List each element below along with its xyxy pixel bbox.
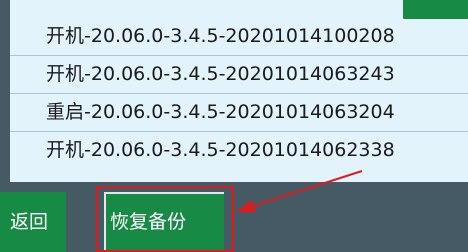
backup-item-label: 开机-20.06.0-3.4.5-20201014063243 <box>46 63 395 85</box>
restore-backup-button-label: 恢复备份 <box>110 211 187 233</box>
backup-list-item[interactable]: 开机-20.06.0-3.4.5-20201014063243 <box>10 56 468 92</box>
backup-item-label: 重启-20.06.0-3.4.5-20201014063204 <box>46 101 395 123</box>
restore-backup-button[interactable]: 恢复备份 <box>104 192 224 252</box>
back-button[interactable]: 返回 <box>0 192 66 252</box>
backup-list-item[interactable]: 开机-20.06.0-3.4.5-20201014062338 <box>10 132 468 168</box>
backup-restore-screen: 开机-20.06.0-3.4.5-20201014100208 开机-20.06… <box>0 0 468 252</box>
backup-list-item[interactable]: 开机-20.06.0-3.4.5-20201014100208 <box>10 18 468 54</box>
backup-item-label: 开机-20.06.0-3.4.5-20201014062338 <box>46 139 395 161</box>
backup-item-label: 开机-20.06.0-3.4.5-20201014100208 <box>46 25 395 47</box>
top-green-button-edge[interactable] <box>402 0 468 20</box>
backup-list: 开机-20.06.0-3.4.5-20201014100208 开机-20.06… <box>10 0 468 182</box>
back-button-label: 返回 <box>10 211 49 233</box>
backup-list-item[interactable]: 重启-20.06.0-3.4.5-20201014063204 <box>10 94 468 130</box>
bottom-toolbar <box>0 182 468 252</box>
